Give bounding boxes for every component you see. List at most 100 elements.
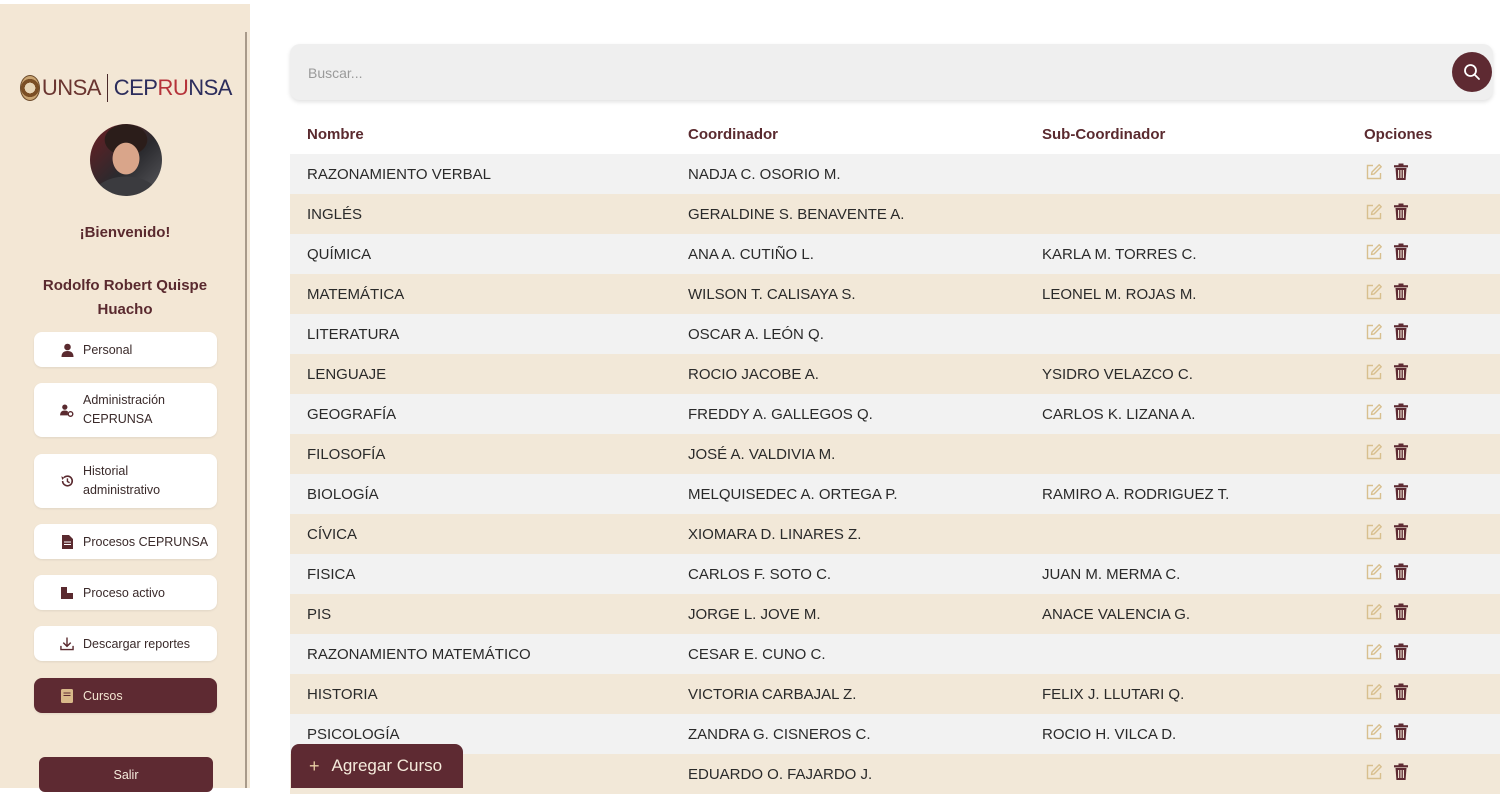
table-row: RAZONAMIENTO MATEMÁTICO CESAR E. CUNO C.	[290, 634, 1500, 674]
sidebar-item-label: Personal	[83, 342, 133, 357]
trash-icon[interactable]	[1393, 163, 1411, 181]
trash-icon[interactable]	[1393, 603, 1411, 621]
user-icon	[60, 343, 74, 357]
edit-icon[interactable]	[1365, 563, 1383, 581]
cell-subcoordinador: FELIX J. LLUTARI Q.	[1042, 686, 1185, 703]
trash-icon[interactable]	[1393, 683, 1411, 701]
cell-coordinador: OSCAR A. LEÓN Q.	[688, 326, 824, 343]
table-row: MATEMÁTICA WILSON T. CALISAYA S. LEONEL M.…	[290, 274, 1500, 314]
cell-subcoordinador: YSIDRO VELAZCO C.	[1042, 366, 1193, 383]
cell-subcoordinador: CARLOS K. LIZANA A.	[1042, 406, 1196, 423]
logout-button[interactable]: Salir	[39, 757, 213, 792]
user-gear-icon	[60, 403, 74, 418]
edit-icon[interactable]	[1365, 483, 1383, 501]
sidebar-item-descargar[interactable]: Descargar reportes	[34, 626, 217, 661]
user-name: Rodolfo Robert Quispe Huacho	[42, 277, 208, 318]
table-header: Nombre Coordinador Sub-Coordinador Opcio…	[290, 114, 1500, 154]
sidebar-divider	[245, 32, 247, 788]
edit-icon[interactable]	[1365, 443, 1383, 461]
cell-nombre: FISICA	[307, 566, 356, 583]
edit-icon[interactable]	[1365, 363, 1383, 381]
trash-icon[interactable]	[1393, 523, 1411, 541]
table-row: BIOLOGÍA MELQUISEDEC A. ORTEGA P. RAMIRO A…	[290, 474, 1500, 514]
edit-icon[interactable]	[1365, 523, 1383, 541]
search-bar	[290, 44, 1493, 100]
sidebar-item-administracion[interactable]: Administración CEPRUNSA	[34, 383, 217, 437]
trash-icon[interactable]	[1393, 283, 1411, 301]
unsa-seal-icon	[20, 75, 40, 101]
edit-icon[interactable]	[1365, 203, 1383, 221]
sidebar-item-label: Administración CEPRUNSA	[83, 393, 165, 426]
trash-icon[interactable]	[1393, 403, 1411, 421]
ceprunsa-logo: UNSA CEPRUNSA	[20, 70, 232, 106]
sidebar-item-historial[interactable]: Historial administrativo	[34, 454, 217, 508]
cell-nombre: MATEMÁTICA	[307, 286, 405, 303]
cell-coordinador: ANA A. CUTIÑO L.	[688, 246, 814, 263]
edit-icon[interactable]	[1365, 403, 1383, 421]
edit-icon[interactable]	[1365, 323, 1383, 341]
cell-coordinador: XIOMARA D. LINARES Z.	[688, 526, 862, 543]
cell-subcoordinador: KARLA M. TORRES C.	[1042, 246, 1197, 263]
add-course-button[interactable]: + Agregar Curso	[291, 744, 463, 788]
row-options	[1365, 443, 1411, 461]
header-coordinador: Coordinador	[688, 126, 778, 143]
edit-icon[interactable]	[1365, 763, 1383, 781]
row-options	[1365, 763, 1411, 781]
file-icon	[60, 534, 74, 549]
row-options	[1365, 483, 1411, 501]
cell-nombre: FILOSOFÍA	[307, 446, 386, 463]
cell-coordinador: CARLOS F. SOTO C.	[688, 566, 832, 583]
edit-icon[interactable]	[1365, 723, 1383, 741]
cell-nombre: GEOGRAFÍA	[307, 406, 397, 423]
row-options	[1365, 243, 1411, 261]
sidebar: UNSA CEPRUNSA ¡Bienvenido! Rodolfo Rober…	[0, 4, 250, 792]
cell-coordinador: ZANDRA G. CISNEROS C.	[688, 726, 871, 743]
table-row: FISICA CARLOS F. SOTO C. JUAN M. MERMA C.	[290, 554, 1500, 594]
trash-icon[interactable]	[1393, 723, 1411, 741]
cell-nombre: LENGUAJE	[307, 366, 387, 383]
trash-icon[interactable]	[1393, 443, 1411, 461]
search-button[interactable]	[1452, 52, 1492, 92]
trash-icon[interactable]	[1393, 483, 1411, 501]
courses-table: RAZONAMIENTO VERBAL NADJA C. OSORIO M. ING…	[290, 154, 1500, 794]
sidebar-item-procesos[interactable]: Procesos CEPRUNSA	[34, 524, 217, 559]
cell-subcoordinador: RAMIRO A. RODRIGUEZ T.	[1042, 486, 1230, 503]
trash-icon[interactable]	[1393, 643, 1411, 661]
checker-icon	[60, 586, 74, 599]
trash-icon[interactable]	[1393, 763, 1411, 781]
edit-icon[interactable]	[1365, 643, 1383, 661]
cell-nombre: CÍVICA	[307, 526, 358, 543]
cell-nombre: QUÍMICA	[307, 246, 372, 263]
edit-icon[interactable]	[1365, 283, 1383, 301]
trash-icon[interactable]	[1393, 563, 1411, 581]
search-input[interactable]	[306, 58, 1410, 88]
logo-unsa-text: UNSA	[41, 75, 102, 100]
cell-subcoordinador: JUAN M. MERMA C.	[1042, 566, 1181, 583]
table-row: RAZONAMIENTO VERBAL NADJA C. OSORIO M.	[290, 154, 1500, 194]
trash-icon[interactable]	[1393, 363, 1411, 381]
cell-subcoordinador: LEONEL M. ROJAS M.	[1042, 286, 1197, 303]
edit-icon[interactable]	[1365, 163, 1383, 181]
edit-icon[interactable]	[1365, 603, 1383, 621]
logo-divider	[106, 74, 108, 102]
row-options	[1365, 683, 1411, 701]
trash-icon[interactable]	[1393, 323, 1411, 341]
sidebar-item-proceso-activo[interactable]: Proceso activo	[34, 575, 217, 610]
edit-icon[interactable]	[1365, 243, 1383, 261]
trash-icon[interactable]	[1393, 203, 1411, 221]
table-row: LITERATURA OSCAR A. LEÓN Q.	[290, 314, 1500, 354]
sidebar-item-label: Historial administrativo	[83, 464, 161, 497]
sidebar-item-cursos[interactable]: Cursos	[34, 678, 217, 713]
cell-coordinador: ROCIO JACOBE A.	[688, 366, 819, 383]
row-options	[1365, 323, 1411, 341]
row-options	[1365, 363, 1411, 381]
welcome-text: ¡Bienvenido!	[79, 224, 171, 241]
table-row: PSICOLOGÍA ZANDRA G. CISNEROS C. ROCIO H. …	[290, 714, 1500, 754]
cell-nombre: HISTORIA	[307, 686, 378, 703]
edit-icon[interactable]	[1365, 683, 1383, 701]
sidebar-item-personal[interactable]: Personal	[34, 332, 217, 367]
cell-coordinador: EDUARDO O. FAJARDO J.	[688, 766, 873, 783]
table-row: INGLÉS GERALDINE S. BENAVENTE A.	[290, 194, 1500, 234]
trash-icon[interactable]	[1393, 243, 1411, 261]
history-icon	[60, 473, 74, 489]
